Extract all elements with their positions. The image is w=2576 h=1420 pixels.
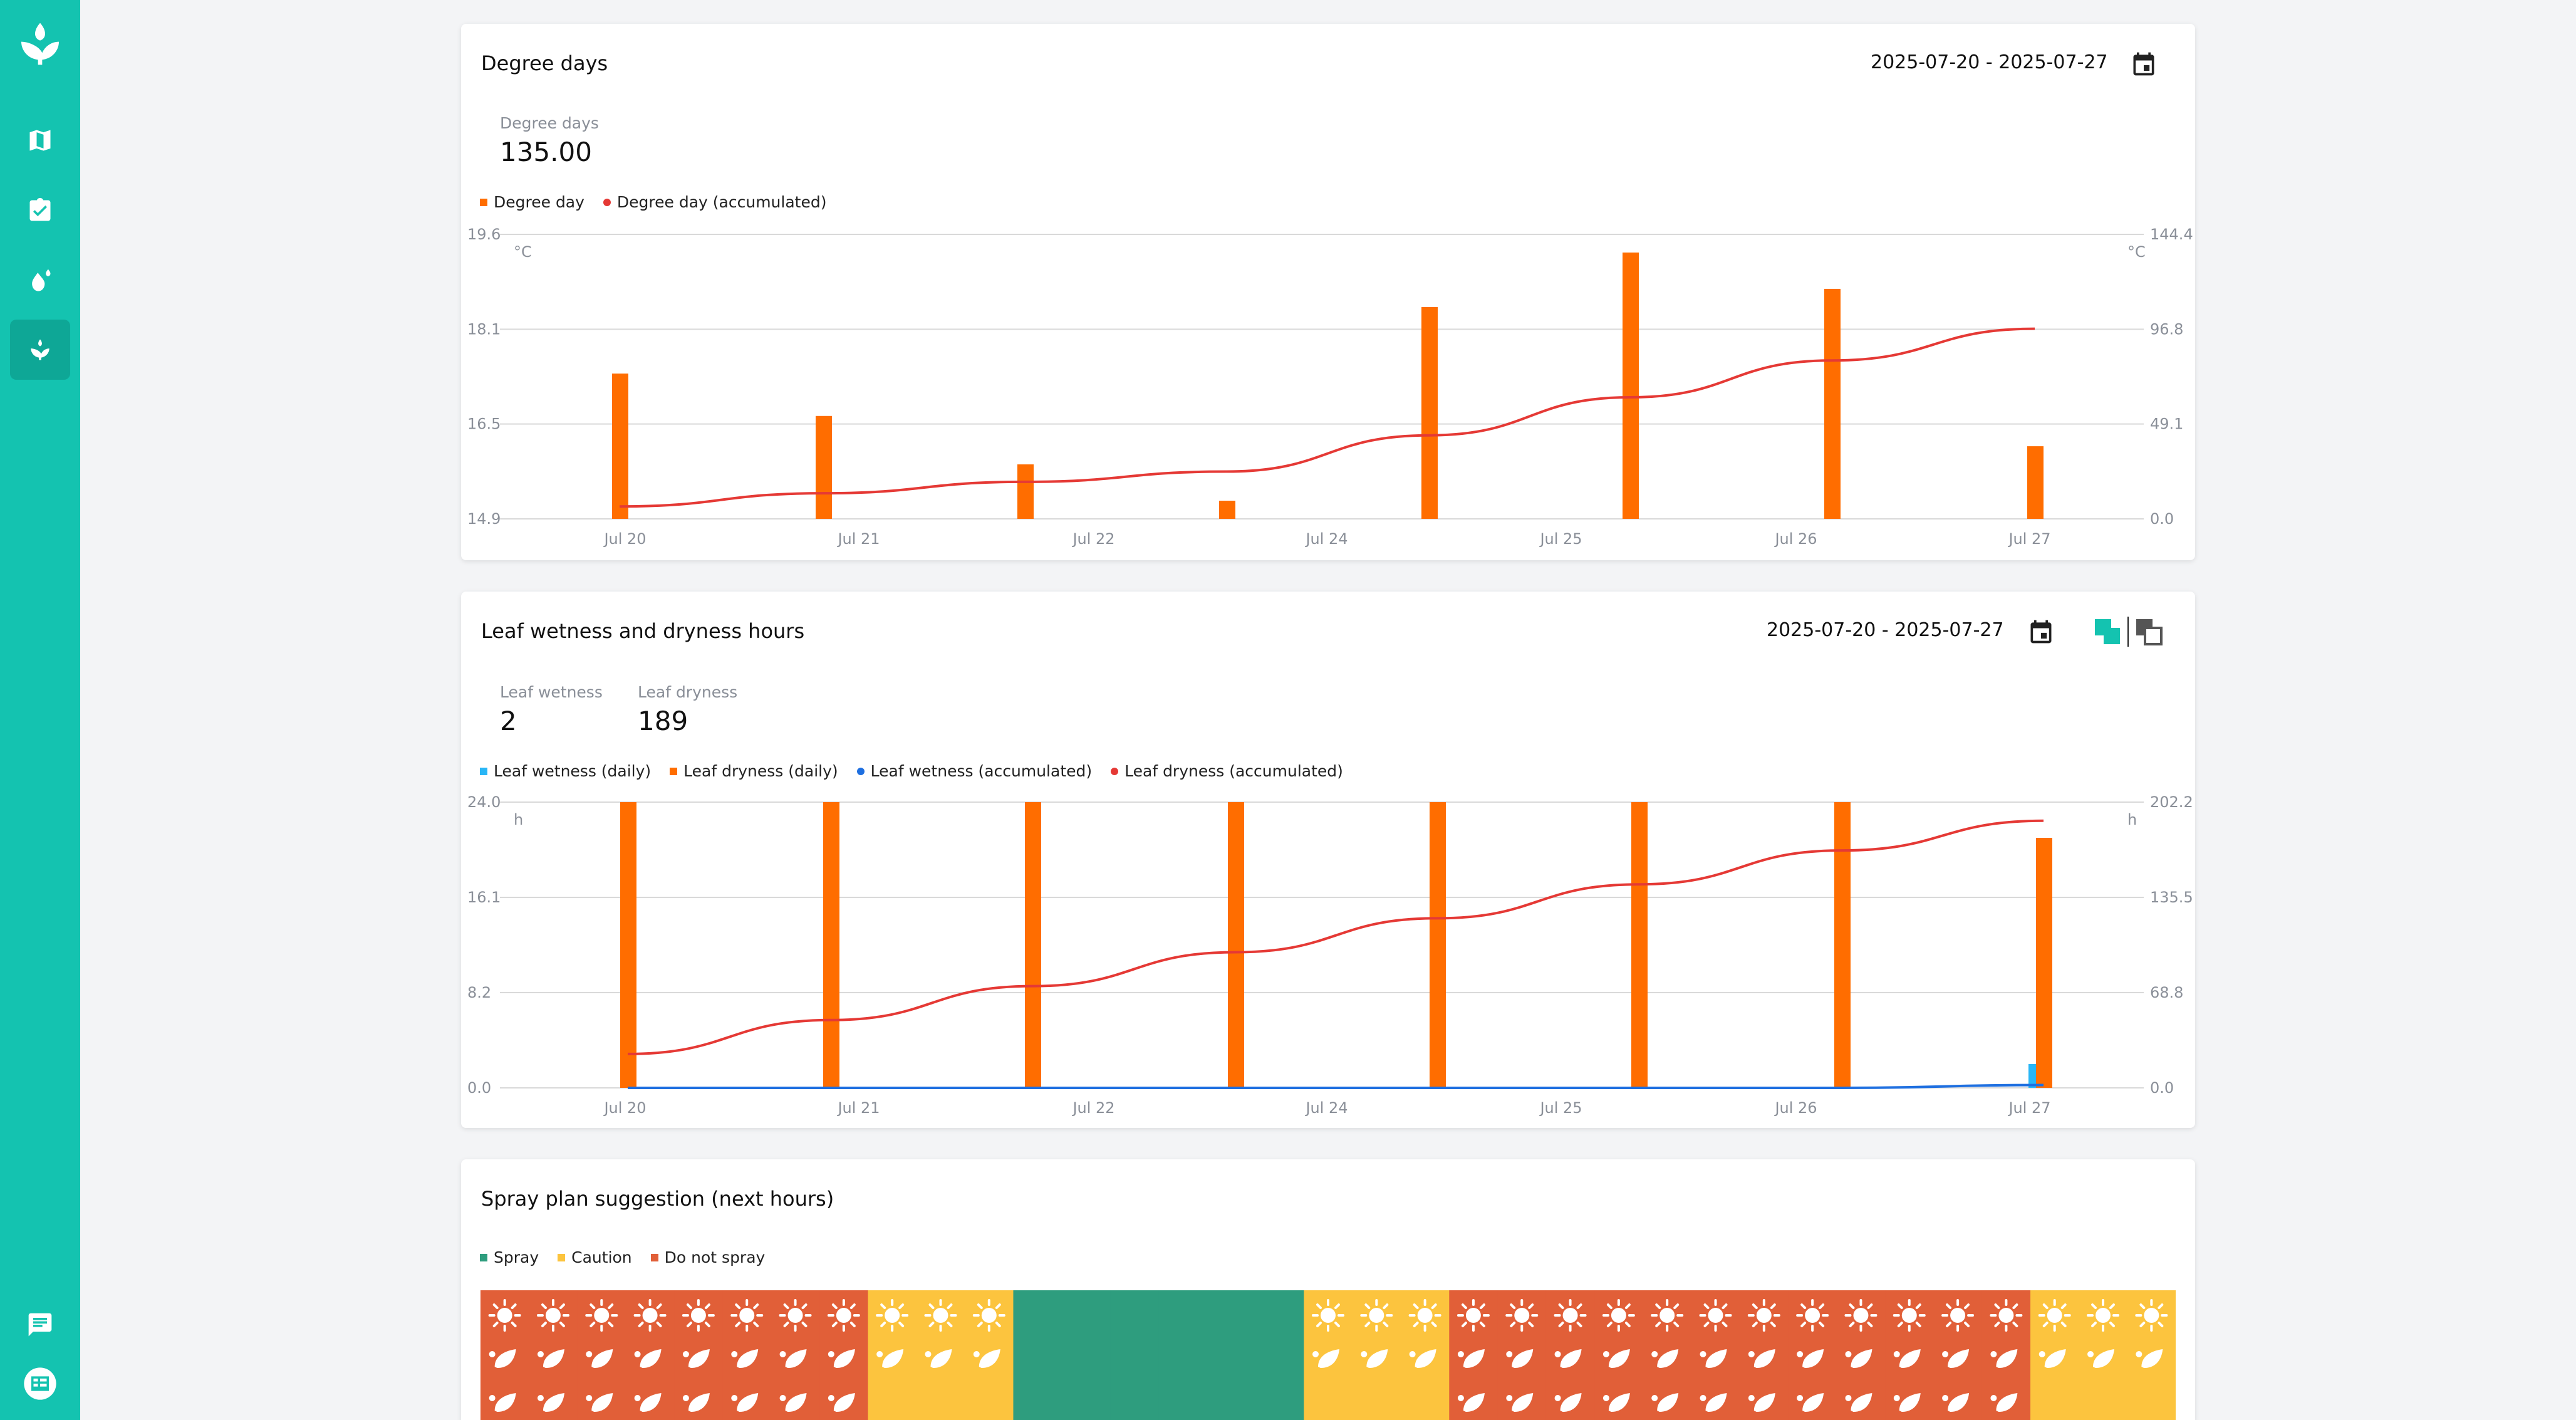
y-right-tick-label: 96.8 [2150, 320, 2183, 338]
app-logo[interactable] [10, 14, 70, 74]
spray-cell [1207, 1290, 1257, 1420]
sidebar-item-table[interactable] [10, 1354, 70, 1414]
x-tick-label: Jul 20 [603, 530, 646, 548]
x-tick-label: Jul 24 [1304, 530, 1348, 548]
x-tick-label: Jul 25 [1539, 1099, 1582, 1117]
bar [2027, 446, 2044, 519]
bar [823, 802, 839, 1088]
x-tick-label: Jul 21 [836, 530, 880, 548]
spray-cell [1061, 1290, 1111, 1420]
y-left-unit: h [514, 811, 523, 828]
series-line [627, 819, 2044, 1055]
y-left-tick-label: 8.2 [467, 984, 491, 1001]
x-tick-label: Jul 26 [1774, 530, 1817, 548]
y-left-tick-label: 18.1 [467, 320, 501, 338]
plant-icon [31, 339, 49, 360]
chat-icon [28, 1313, 52, 1337]
y-right-tick-label: 202.2 [2150, 793, 2193, 811]
sidebar-item-chat[interactable] [10, 1295, 70, 1355]
y-left-unit: °C [514, 243, 532, 261]
card-title: Spray plan suggestion (next hours) [481, 1187, 834, 1211]
y-left-tick-label: 14.9 [467, 510, 501, 528]
y-left-tick-label: 24.0 [467, 793, 501, 811]
series-line [627, 1083, 2044, 1089]
x-tick-label: Jul 25 [1539, 530, 1582, 548]
y-right-tick-label: 68.8 [2150, 984, 2183, 1001]
y-left-tick-label: 19.6 [467, 226, 501, 243]
bar [1430, 802, 1446, 1088]
sidebar-item-maps[interactable] [10, 110, 70, 170]
sidebar [0, 0, 80, 1420]
y-left-tick-label: 16.1 [467, 889, 501, 906]
legend-item[interactable]: Caution [558, 1248, 632, 1266]
x-tick-label: Jul 22 [1071, 1099, 1114, 1117]
bar [2036, 838, 2052, 1088]
bar [1017, 464, 1034, 519]
grid-table-icon [24, 1367, 56, 1400]
x-tick-label: Jul 20 [603, 1099, 646, 1117]
legend-item[interactable]: Spray [480, 1248, 539, 1266]
clipboard-check-icon [29, 197, 51, 221]
spray-plan-heatmap [480, 1290, 2176, 1420]
sidebar-item-crop[interactable] [10, 320, 70, 380]
y-right-tick-label: 0.0 [2150, 1079, 2174, 1097]
y-right-tick-label: 135.5 [2150, 889, 2193, 906]
bar [620, 802, 636, 1088]
spray-cell [1013, 1290, 1062, 1420]
map-icon [29, 130, 51, 151]
y-right-unit: h [2127, 811, 2137, 828]
sidebar-item-tasks[interactable] [10, 180, 70, 241]
y-right-tick-label: 0.0 [2150, 510, 2174, 528]
bar [612, 373, 628, 519]
leaf-wetness-card: Leaf wetness and dryness hours 2025-07-2… [461, 592, 2195, 1128]
x-tick-label: Jul 26 [1774, 1099, 1817, 1117]
bar [1623, 252, 1639, 519]
degree-days-chart: 14.9 0.016.5 49.118.1 96.819.6 144.4°C °CJul … [467, 226, 2193, 548]
x-tick-label: Jul 21 [836, 1099, 880, 1117]
y-left-tick-label: 0.0 [467, 1079, 491, 1097]
bar [1219, 501, 1235, 519]
x-tick-label: Jul 27 [2007, 1099, 2050, 1117]
y-right-tick-label: 144.4 [2150, 226, 2193, 243]
water-drop-icon [32, 269, 51, 291]
bar [1228, 802, 1244, 1088]
spray-cell [1158, 1290, 1208, 1420]
bar [1421, 306, 1438, 519]
degree-days-card: Degree days 2025-07-20 - 2025-07-27 Degr… [461, 24, 2195, 560]
leaf-wetness-chart: 0.0 0.0 8.2 68.8 16.1 135.5 24.0 202.2 h h Jul 20 J… [467, 793, 2193, 1117]
y-right-unit: °C [2127, 243, 2146, 261]
bar [816, 415, 832, 519]
legend-item[interactable]: Do not spray [650, 1248, 765, 1266]
spray-cell [1255, 1290, 1305, 1420]
x-tick-label: Jul 27 [2007, 530, 2050, 548]
bar [1824, 288, 1841, 519]
y-left-tick-label: 16.5 [467, 415, 501, 433]
bar [1834, 802, 1851, 1088]
sprout-logo-icon [21, 23, 59, 65]
bar [1025, 802, 1041, 1088]
spray-cell [1110, 1290, 1160, 1420]
x-tick-label: Jul 24 [1304, 1099, 1348, 1117]
sidebar-item-irrigation[interactable] [10, 251, 70, 311]
bar [1631, 802, 1648, 1088]
chart-legend: Spray Caution Do not spray [480, 1248, 765, 1266]
y-right-tick-label: 49.1 [2150, 415, 2183, 433]
x-tick-label: Jul 22 [1071, 530, 1114, 548]
